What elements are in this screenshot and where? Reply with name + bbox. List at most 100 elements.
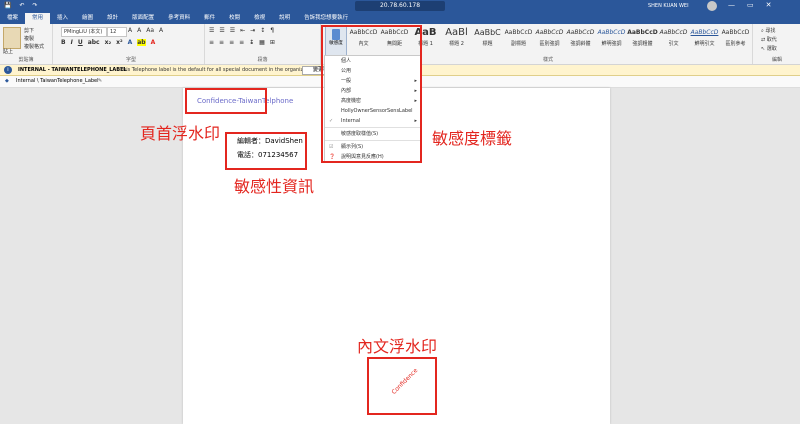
title-bar: 💾 ↶ ↷ 20.78.60.178 SHEN KUAN WEI — ▭ ✕ <box>0 0 800 13</box>
select-button[interactable]: ↖ 選取 <box>761 45 777 52</box>
style-intense-emphasis[interactable]: AaBbCcD 鮮明強調 <box>596 26 627 52</box>
increase-indent-icon[interactable]: ⇥ <box>250 27 255 34</box>
format-painter-button[interactable]: 複製格式 <box>24 43 44 50</box>
copy-button[interactable]: 複製 <box>24 35 34 42</box>
info-label: INTERNAL - TAIWANTELEPHONE_LABEL <box>18 67 127 73</box>
multilevel-icon[interactable]: ☰ <box>230 27 235 34</box>
cut-button[interactable]: 剪下 <box>24 27 34 34</box>
change-case-icon[interactable]: Aa <box>146 27 154 34</box>
style-preview: AaBbCcD <box>504 29 533 36</box>
style-heading2[interactable]: AaBl 標題 2 <box>441 26 472 52</box>
style-strong[interactable]: AaBbCcD 強調粗體 <box>627 26 658 52</box>
text-effects-icon[interactable]: A <box>128 39 133 46</box>
bold-icon[interactable]: B <box>61 39 66 46</box>
tab-references[interactable]: 參考資料 <box>161 13 197 24</box>
header-watermark-highlight <box>185 88 267 114</box>
align-center-icon[interactable]: ≡ <box>219 39 224 46</box>
strikethrough-icon[interactable]: abc <box>88 39 100 46</box>
shrink-font-icon[interactable]: A <box>137 27 141 34</box>
font-name-select[interactable]: PMingLiU (本文) <box>61 27 107 37</box>
annotation-body-watermark: 內文浮水印 <box>357 337 438 356</box>
style-title[interactable]: AaBbC 標題 <box>472 26 503 52</box>
save-icon[interactable]: 💾 <box>4 2 11 9</box>
tell-me-search[interactable]: 告訴我您想要執行 <box>297 13 355 24</box>
maximize-icon[interactable]: ▭ <box>747 1 754 9</box>
style-quote[interactable]: AaBbCcD 引文 <box>658 26 689 52</box>
close-icon[interactable]: ✕ <box>766 1 772 9</box>
sensitivity-label-highlight <box>321 25 422 163</box>
style-name: 強調斜體 <box>570 41 591 47</box>
find-button[interactable]: ⌕ 尋找 <box>761 27 775 34</box>
underline-icon[interactable]: U <box>78 39 83 46</box>
tab-draw[interactable]: 繪圖 <box>75 13 100 24</box>
tab-review[interactable]: 校閱 <box>222 13 247 24</box>
superscript-icon[interactable]: x² <box>116 39 123 46</box>
style-name: 副標題 <box>510 41 526 47</box>
grow-font-icon[interactable]: A <box>128 27 132 34</box>
label-path: Internal \ TaiwanTelephone_Label <box>16 78 99 84</box>
style-intense-quote[interactable]: AaBbCcD 鮮明引文 <box>689 26 720 52</box>
numbering-icon[interactable]: ☰ <box>219 27 224 34</box>
minimize-icon[interactable]: — <box>728 1 735 9</box>
align-left-icon[interactable]: ≡ <box>209 39 214 46</box>
find-label: 尋找 <box>765 28 776 34</box>
align-right-icon[interactable]: ≡ <box>229 39 234 46</box>
paste-icon[interactable] <box>3 27 21 49</box>
subscript-icon[interactable]: x₂ <box>105 39 112 46</box>
style-preview: AaBbCcD <box>690 29 719 36</box>
italic-icon[interactable]: I <box>71 39 73 46</box>
redo-icon[interactable]: ↷ <box>33 2 38 9</box>
borders-icon[interactable]: ⊞ <box>270 39 275 46</box>
shading-icon[interactable]: ▦ <box>259 39 265 46</box>
style-preview: AaBbC <box>474 28 501 37</box>
group-label: 段落 <box>257 57 268 63</box>
edit-label-icon[interactable]: ✎ <box>98 76 102 87</box>
clear-format-icon[interactable]: A <box>159 27 163 34</box>
tab-insert[interactable]: 插入 <box>50 13 75 24</box>
justify-icon[interactable]: ≡ <box>239 39 244 46</box>
tab-view[interactable]: 檢視 <box>247 13 272 24</box>
font-format-row: B I U abc x₂ x² A ab A <box>61 39 155 46</box>
style-subtle-reference[interactable]: AaBbCcD 區別參考 <box>720 26 751 52</box>
tab-help[interactable]: 說明 <box>272 13 297 24</box>
style-preview: AaBbCcD <box>721 29 750 36</box>
tab-mailings[interactable]: 郵件 <box>197 13 222 24</box>
tab-file[interactable]: 檔案 <box>0 13 25 24</box>
font-size-select[interactable]: 12 <box>107 27 127 37</box>
style-name: 引文 <box>668 41 679 47</box>
decrease-indent-icon[interactable]: ⇤ <box>240 27 245 34</box>
tab-design[interactable]: 設計 <box>100 13 125 24</box>
style-preview: AaBbCcD <box>566 29 595 36</box>
group-label: 剪貼簿 <box>18 57 34 63</box>
avatar[interactable] <box>707 1 717 11</box>
annotation-sensitive-info: 敏感性資訊 <box>234 177 315 196</box>
select-label: 選取 <box>766 46 777 52</box>
tab-layout[interactable]: 版面配置 <box>125 13 161 24</box>
show-marks-icon[interactable]: ¶ <box>270 27 274 34</box>
undo-icon[interactable]: ↶ <box>19 2 24 9</box>
group-paragraph: ☰ ☰ ☰ ⇤ ⇥ ↕ ¶ ≡ ≡ ≡ ≡ ↨ ▦ ⊞ 段落 <box>205 24 321 64</box>
replace-button[interactable]: ⇄ 取代 <box>761 36 777 43</box>
tab-home[interactable]: 常用 <box>25 13 51 24</box>
style-subtitle[interactable]: AaBbCcD 副標題 <box>503 26 534 52</box>
ribbon-tabs: 檔案 常用 插入 繪圖 設計 版面配置 參考資料 郵件 校閱 檢視 說明 告訴我… <box>0 13 800 24</box>
style-name: 鮮明引文 <box>694 41 715 47</box>
bullets-icon[interactable]: ☰ <box>209 27 214 34</box>
line-spacing-icon[interactable]: ↨ <box>249 39 254 46</box>
style-preview: AaBl <box>445 27 468 38</box>
sort-icon[interactable]: ↕ <box>260 27 265 34</box>
font-color-icon[interactable]: A <box>151 39 156 46</box>
style-preview: AaBbCcD <box>659 29 688 36</box>
annotation-sensitivity-label: 敏感度標籤 <box>432 129 513 148</box>
window-controls: — ▭ ✕ <box>728 1 772 9</box>
style-preview: AaBbCcD <box>535 29 564 36</box>
paste-button[interactable]: 貼上 <box>3 48 13 55</box>
sensitive-info-highlight <box>225 132 307 170</box>
style-subtle-emphasis[interactable]: AaBbCcD 區別強調 <box>534 26 565 52</box>
style-name: 強調粗體 <box>632 41 653 47</box>
remote-session-label: 20.78.60.178 <box>355 1 445 11</box>
highlight-icon[interactable]: ab <box>137 39 146 46</box>
style-emphasis[interactable]: AaBbCcD 強調斜體 <box>565 26 596 52</box>
quick-access-toolbar: 💾 ↶ ↷ <box>4 2 38 9</box>
style-name: 標題 2 <box>449 41 464 47</box>
